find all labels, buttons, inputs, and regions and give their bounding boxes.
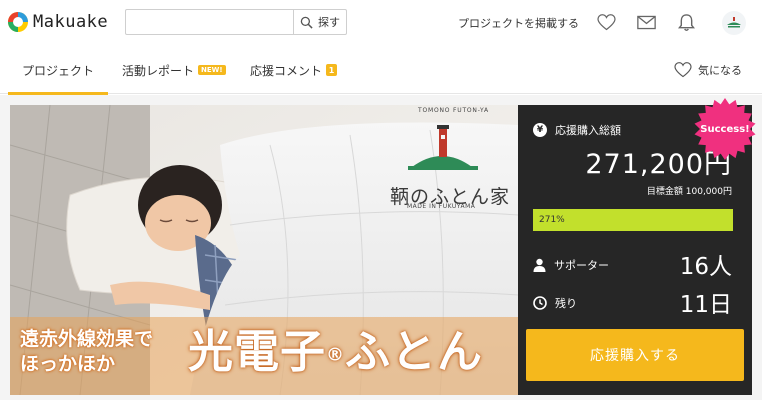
top-header: Makuake 探す プロジェクトを掲載する	[0, 0, 762, 46]
supporters-label-row: サポーター	[533, 257, 609, 273]
progress-bar: 271%	[533, 209, 733, 231]
tab-activity-report-label: 活動レポート	[122, 63, 195, 78]
brand-made-in: MADE IN FUKUYAMA	[407, 203, 476, 210]
support-purchase-button[interactable]: 応援購入する	[526, 329, 744, 381]
heart-icon[interactable]	[596, 12, 616, 32]
heart-outline-icon	[674, 62, 692, 78]
comment-count-badge: 1	[326, 64, 338, 76]
goal-amount: 目標金額 100,000円	[646, 187, 732, 197]
search-box: 探す	[125, 9, 347, 35]
registered-mark: ®	[326, 344, 346, 366]
search-input[interactable]	[126, 10, 293, 34]
hero-subcopy: 遠赤外線効果で ほっかほか	[20, 327, 153, 377]
hero-subcopy-line1: 遠赤外線効果で	[20, 328, 154, 350]
search-button[interactable]: 探す	[293, 10, 346, 34]
remaining-label-row: 残り	[533, 295, 577, 311]
progress-fill: 271%	[533, 209, 733, 231]
success-badge-text: Success!	[700, 123, 750, 135]
hero-main-copy-b: ふとん	[345, 325, 484, 378]
mail-icon[interactable]	[636, 12, 656, 32]
tab-support-comments-label: 応援コメント	[250, 63, 323, 78]
tab-project[interactable]: プロジェクト	[7, 46, 109, 95]
logo-text: Makuake	[33, 12, 109, 32]
progress-text: 271%	[539, 215, 565, 225]
hero-subcopy-line2: ほっかほか	[20, 353, 116, 375]
hero-main-copy: 光電子®ふとん	[188, 315, 483, 380]
hero-main-copy-a: 光電子	[188, 325, 327, 378]
remaining-label: 残り	[555, 297, 577, 310]
supporters-label: サポーター	[554, 259, 609, 272]
avatar[interactable]	[722, 11, 746, 35]
tab-project-label: プロジェクト	[22, 63, 95, 78]
favorite-button[interactable]: 気になる	[674, 62, 742, 78]
tab-activity-report[interactable]: 活動レポート NEW!	[122, 46, 226, 94]
new-badge: NEW!	[198, 65, 226, 75]
total-label-row: ¥ 応援購入総額	[533, 122, 621, 138]
brand-arc-text: TOMONO FUTON-YA	[418, 107, 489, 114]
project-hero-image: TOMONO FUTON-YA 鞆のふとん家 MADE IN FUKUYAMA …	[10, 105, 518, 395]
person-icon	[533, 258, 546, 272]
success-badge: Success!	[693, 97, 757, 161]
supporters-value: 16人	[679, 254, 732, 280]
logo-mark-icon	[8, 12, 28, 32]
makuake-logo[interactable]: Makuake	[8, 12, 108, 32]
search-icon	[300, 16, 313, 29]
yen-icon: ¥	[533, 123, 547, 137]
post-project-link[interactable]: プロジェクトを掲載する	[458, 15, 579, 31]
project-tabs: プロジェクト 活動レポート NEW! 応援コメント 1 気になる	[0, 46, 762, 95]
bell-icon[interactable]	[676, 12, 696, 32]
tab-support-comments[interactable]: 応援コメント 1	[250, 46, 338, 94]
favorite-label: 気になる	[698, 64, 742, 77]
remaining-value: 11日	[679, 292, 732, 318]
total-label: 応援購入総額	[555, 124, 621, 137]
search-button-label: 探す	[318, 16, 340, 29]
clock-icon	[533, 296, 547, 310]
